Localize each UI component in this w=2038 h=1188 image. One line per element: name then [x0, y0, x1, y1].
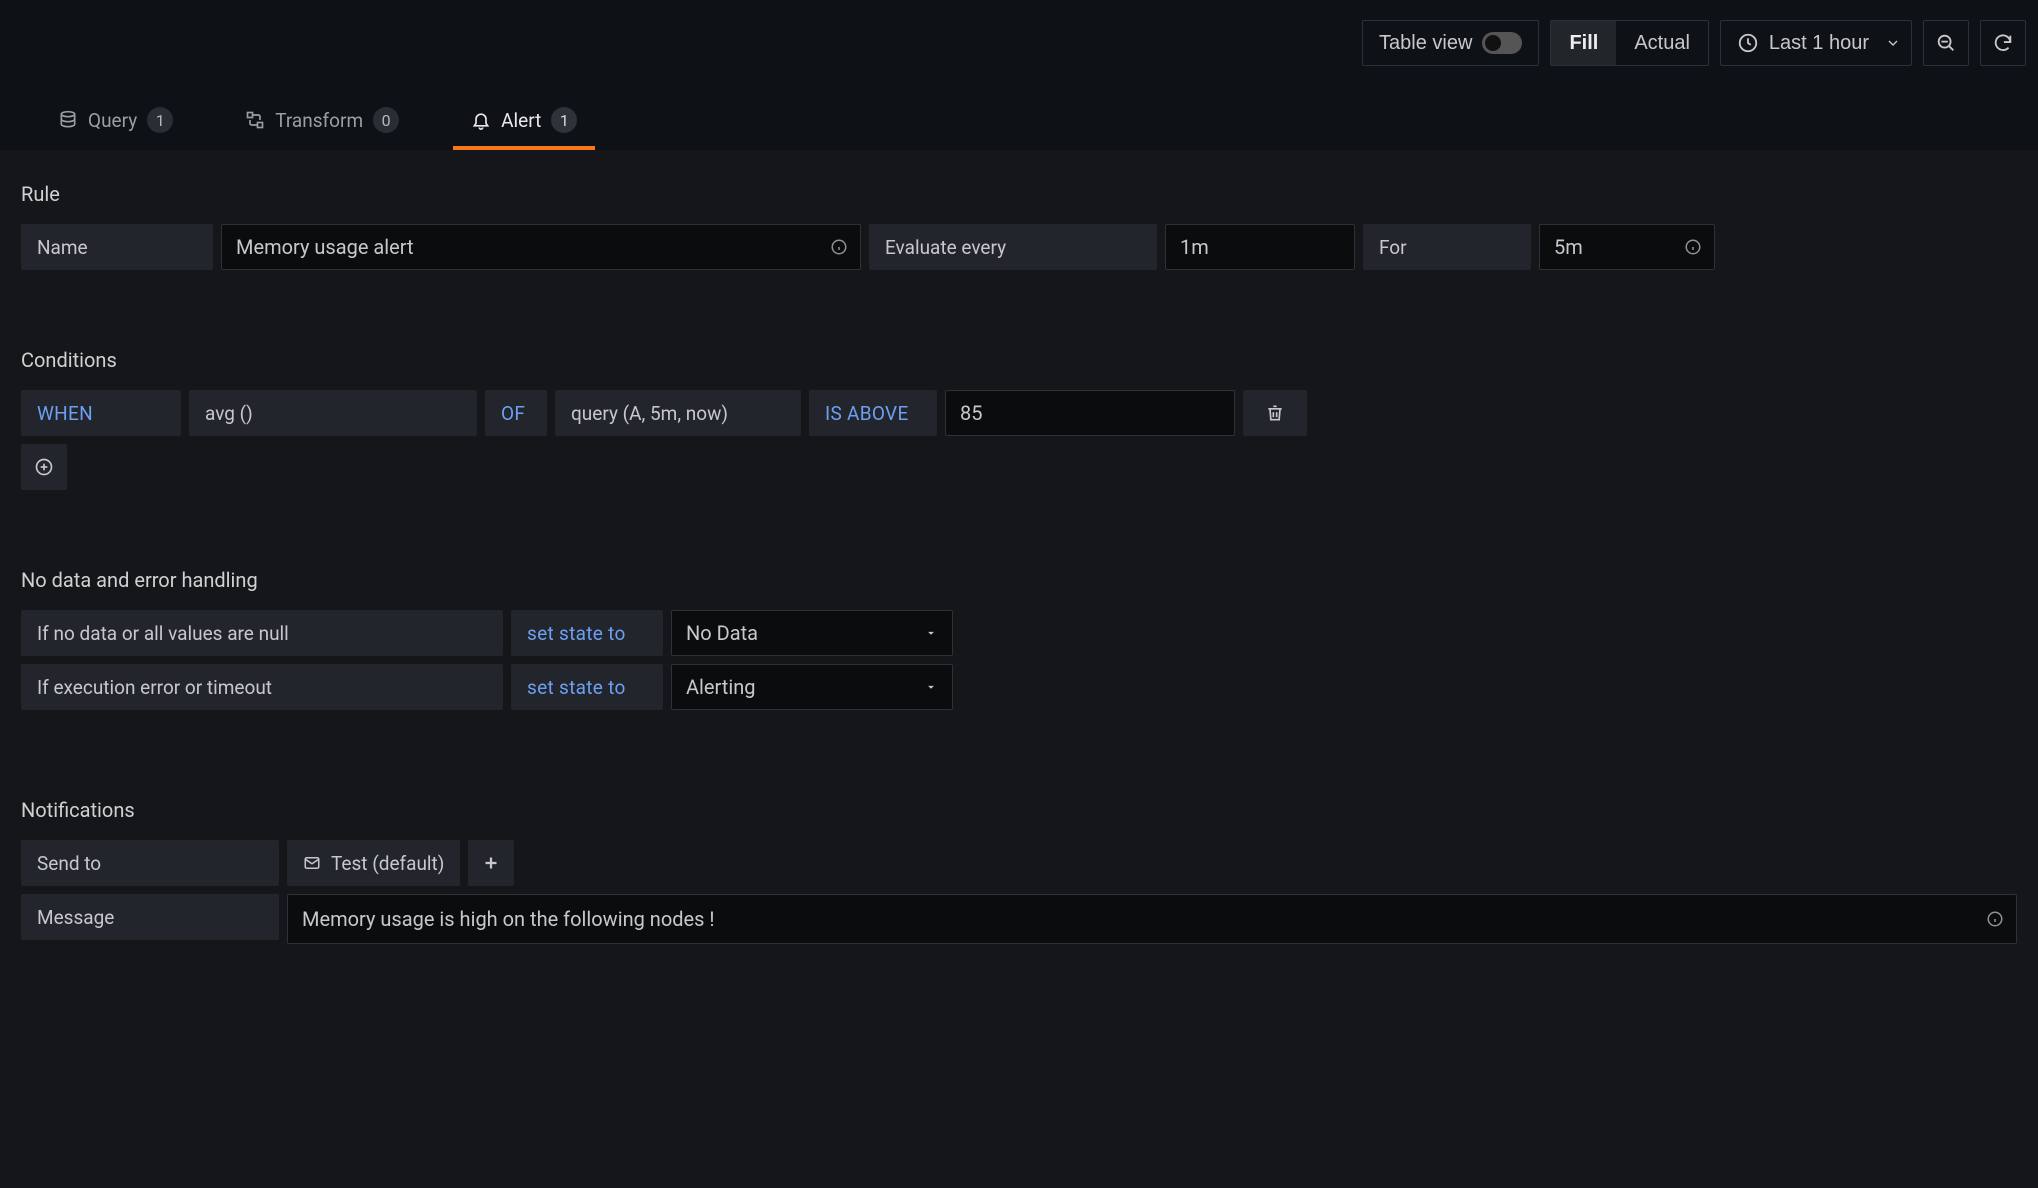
section-title-conditions: Conditions: [21, 348, 2017, 372]
fill-segment[interactable]: Fill: [1551, 21, 1616, 65]
tab-alert-count: 1: [551, 107, 577, 133]
condition-threshold-value: 85: [960, 401, 982, 425]
add-channel-button[interactable]: [468, 840, 514, 886]
condition-is-above[interactable]: IS ABOVE: [809, 390, 937, 436]
message-textarea[interactable]: Memory usage is high on the following no…: [287, 894, 2017, 944]
condition-of: OF: [485, 390, 547, 436]
condition-when[interactable]: WHEN: [21, 390, 181, 436]
evaluate-every-input[interactable]: 1m: [1165, 224, 1355, 270]
database-icon: [58, 110, 78, 130]
info-icon[interactable]: [1684, 238, 1702, 256]
zoom-out-icon: [1935, 32, 1957, 54]
plus-circle-icon: [34, 457, 54, 477]
sendto-label: Send to: [21, 840, 279, 886]
message-row: Message Memory usage is high on the foll…: [21, 894, 2017, 944]
for-label: For: [1363, 224, 1531, 270]
tab-alert[interactable]: Alert 1: [453, 90, 595, 150]
nodata-label-2: If execution error or timeout: [21, 664, 503, 710]
add-condition-button[interactable]: [21, 444, 67, 490]
condition-threshold-input[interactable]: 85: [945, 390, 1235, 436]
name-label: Name: [21, 224, 213, 270]
panel-toolbar: Table view Fill Actual Last 1 hour: [0, 0, 2038, 90]
fill-actual-segmented: Fill Actual: [1550, 20, 1708, 66]
chevron-down-icon: [1885, 35, 1901, 51]
zoom-out-button[interactable]: [1923, 20, 1969, 66]
notification-channel-label: Test (default): [331, 852, 444, 875]
section-title-rule: Rule: [21, 182, 2017, 206]
evaluate-every-value: 1m: [1180, 235, 1209, 259]
condition-aggregator[interactable]: avg (): [189, 390, 477, 436]
info-icon[interactable]: [830, 238, 848, 256]
error-state-value: Alerting: [686, 675, 755, 699]
actual-segment[interactable]: Actual: [1616, 21, 1708, 65]
nodata-row-2: If execution error or timeout set state …: [21, 664, 2017, 710]
message-label: Message: [21, 894, 279, 940]
transform-icon: [245, 110, 265, 130]
editor-tabs: Query 1 Transform 0 Alert 1: [0, 90, 2038, 150]
trash-icon: [1265, 403, 1285, 423]
for-value: 5m: [1554, 235, 1583, 259]
plus-icon: [480, 852, 502, 874]
tab-query[interactable]: Query 1: [40, 90, 191, 150]
name-value: Memory usage alert: [236, 235, 414, 259]
tab-query-count: 1: [147, 107, 173, 133]
rule-row: Name Memory usage alert Evaluate every 1…: [21, 224, 2017, 270]
time-range-picker[interactable]: Last 1 hour: [1720, 20, 1912, 66]
nodata-label-1: If no data or all values are null: [21, 610, 503, 656]
info-icon[interactable]: [1986, 910, 2004, 928]
tab-transform[interactable]: Transform 0: [227, 90, 417, 150]
notification-channel-chip[interactable]: Test (default): [287, 840, 460, 886]
tab-alert-label: Alert: [501, 109, 541, 132]
refresh-button[interactable]: [1980, 20, 2026, 66]
section-title-nodata: No data and error handling: [21, 568, 2017, 592]
error-state-select[interactable]: Alerting: [671, 664, 953, 710]
mail-icon: [303, 854, 321, 872]
tab-transform-label: Transform: [275, 109, 363, 132]
evaluate-every-label: Evaluate every: [869, 224, 1157, 270]
add-condition-row: [21, 444, 2017, 490]
toggle-switch[interactable]: [1482, 32, 1522, 54]
tab-query-label: Query: [88, 109, 137, 132]
tab-transform-count: 0: [373, 107, 399, 133]
caret-down-icon: [924, 680, 938, 694]
delete-condition-button[interactable]: [1243, 390, 1307, 436]
clock-icon: [1737, 32, 1759, 54]
sendto-row: Send to Test (default): [21, 840, 2017, 886]
for-input[interactable]: 5m: [1539, 224, 1715, 270]
set-state-to-2: set state to: [511, 664, 663, 710]
condition-row: WHEN avg () OF query (A, 5m, now) IS ABO…: [21, 390, 2017, 436]
nodata-state-select[interactable]: No Data: [671, 610, 953, 656]
section-title-notifications: Notifications: [21, 798, 2017, 822]
condition-query[interactable]: query (A, 5m, now): [555, 390, 801, 436]
refresh-icon: [1992, 32, 2014, 54]
set-state-to-1: set state to: [511, 610, 663, 656]
name-input[interactable]: Memory usage alert: [221, 224, 861, 270]
bell-icon: [471, 110, 491, 130]
table-view-toggle[interactable]: Table view: [1362, 20, 1539, 66]
table-view-label: Table view: [1379, 32, 1472, 55]
nodata-state-value: No Data: [686, 621, 758, 645]
alert-editor-body: Rule Name Memory usage alert Evaluate ev…: [0, 150, 2038, 1188]
time-range-label: Last 1 hour: [1769, 32, 1869, 55]
toggle-thumb: [1485, 35, 1501, 51]
caret-down-icon: [924, 626, 938, 640]
message-value: Memory usage is high on the following no…: [302, 907, 715, 931]
nodata-row-1: If no data or all values are null set st…: [21, 610, 2017, 656]
